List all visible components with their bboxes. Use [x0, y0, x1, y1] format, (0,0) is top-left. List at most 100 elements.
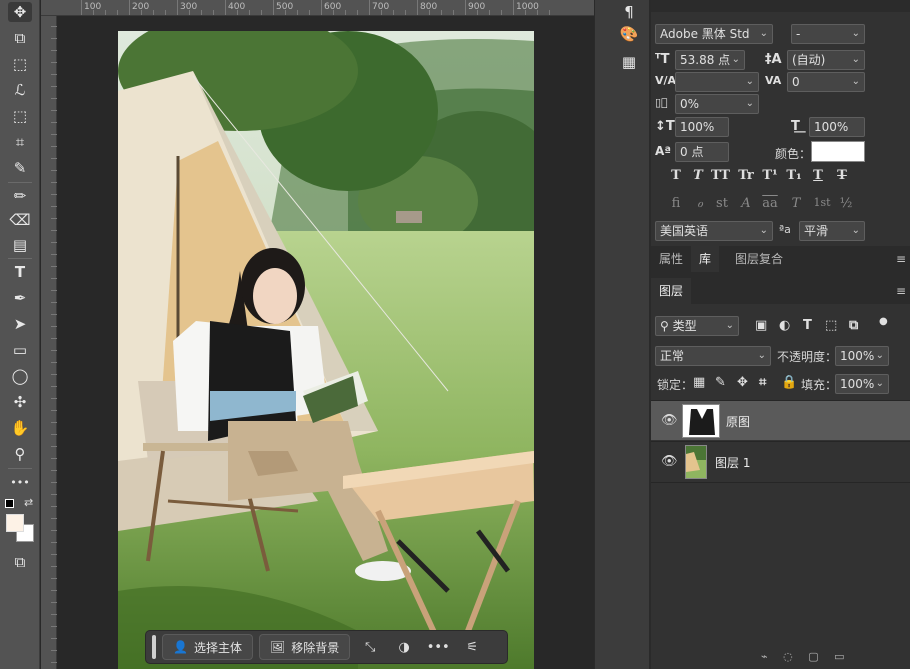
lasso-tool-icon[interactable]: ℒ: [8, 80, 32, 100]
stylistic-alternates-button[interactable]: aa: [761, 196, 779, 211]
pen-tool-icon[interactable]: ✒: [8, 288, 32, 308]
horizontal-scale-field[interactable]: 100%: [809, 117, 865, 137]
ruler-tick: [51, 386, 57, 387]
kerning-field[interactable]: ⌄: [675, 72, 759, 92]
move-tool-icon[interactable]: ✥: [8, 2, 32, 22]
strikethrough-button[interactable]: T: [833, 168, 851, 183]
tracking-field[interactable]: 0 ⌄: [787, 72, 865, 92]
swash-button[interactable]: A: [737, 196, 755, 211]
brush-tool-icon[interactable]: ✏: [8, 186, 32, 206]
ellipse-tool-icon[interactable]: ◯: [8, 366, 32, 386]
text-color-swatch[interactable]: [811, 141, 865, 162]
taskbar-drag-handle[interactable]: [152, 635, 156, 659]
table-panel-icon[interactable]: ▦: [617, 52, 641, 72]
more-options-icon[interactable]: •••: [424, 634, 452, 660]
small-caps-button[interactable]: Tr: [737, 168, 755, 183]
lock-all-icon[interactable]: 🔒: [781, 375, 797, 390]
remove-background-label: 移除背景: [291, 640, 340, 655]
layers-menu-icon[interactable]: ≡: [896, 284, 906, 298]
tab-layers[interactable]: 图层: [651, 278, 692, 304]
filter-type-icon[interactable]: T: [803, 318, 812, 333]
eraser-tool-icon[interactable]: ⌫: [8, 210, 32, 230]
vertical-scale-field[interactable]: 100%: [675, 117, 729, 137]
puzzle-tool-icon[interactable]: ✣: [8, 392, 32, 412]
layer-row[interactable]: 👁 图层 1: [651, 441, 910, 481]
eyedropper-tool-icon[interactable]: ✎: [8, 158, 32, 178]
fractions-button[interactable]: ½: [837, 196, 855, 211]
lock-artboard-icon[interactable]: ⌗: [759, 375, 766, 390]
transform-selection-icon[interactable]: ⤡: [356, 634, 384, 660]
antialias-select[interactable]: 平滑 ⌄: [799, 221, 865, 241]
ruler-minor-tick: [237, 10, 238, 15]
paragraph-panel-icon[interactable]: ¶: [617, 2, 641, 22]
document-image[interactable]: [118, 31, 534, 669]
ruler-minor-tick: [201, 10, 202, 15]
default-colors-icon[interactable]: [5, 499, 14, 508]
rectangle-tool-icon[interactable]: ▭: [8, 340, 32, 360]
font-size-field[interactable]: 53.88 点 ⌄: [675, 50, 745, 70]
swap-colors-icon[interactable]: ⇄: [24, 496, 33, 509]
leading-icon: ‡A: [765, 52, 782, 67]
marquee-tool-icon[interactable]: ⬚: [8, 54, 32, 74]
ligatures-button[interactable]: fi: [667, 196, 685, 211]
filter-smart-object-icon[interactable]: ⧉: [849, 318, 858, 333]
foreground-color-swatch[interactable]: [6, 514, 24, 532]
tab-properties[interactable]: 属性: [651, 246, 691, 272]
ordinals-button[interactable]: 1st: [809, 196, 835, 209]
ruler-major-tick: [513, 0, 514, 15]
underline-button[interactable]: T: [809, 168, 827, 183]
faux-bold-button[interactable]: T: [667, 168, 685, 183]
layer-filter-select[interactable]: ⚲ 类型 ⌄: [655, 316, 739, 336]
type-tool-icon[interactable]: T: [8, 262, 32, 282]
visibility-eye-icon[interactable]: 👁: [661, 413, 678, 428]
tab-libraries[interactable]: 库: [691, 246, 720, 272]
lock-position-icon[interactable]: ✥: [737, 375, 748, 390]
font-family-select[interactable]: Adobe 黑体 Std ⌄: [655, 24, 773, 44]
language-select[interactable]: 美国英语 ⌄: [655, 221, 773, 241]
discretionary-ligatures-button[interactable]: st: [713, 196, 731, 211]
filter-toggle-icon[interactable]: ●: [879, 316, 888, 327]
opacity-field[interactable]: 100% ⌄: [835, 346, 889, 366]
settings-sliders-icon[interactable]: ⚟: [458, 634, 486, 660]
ruler-tick: [51, 134, 57, 135]
lock-transparency-icon[interactable]: ▦: [693, 375, 705, 390]
superscript-button[interactable]: T¹: [761, 168, 779, 183]
object-select-tool-icon[interactable]: ⬚: [8, 106, 32, 126]
leading-field[interactable]: (自动) ⌄: [787, 50, 865, 70]
select-subject-button[interactable]: 👤 选择主体: [162, 634, 253, 660]
remove-background-button[interactable]: 🖼 移除背景: [258, 634, 351, 660]
path-select-tool-icon[interactable]: ➤: [8, 314, 32, 334]
ruler-major-tick: [273, 0, 274, 15]
visibility-eye-icon[interactable]: 👁: [661, 454, 678, 469]
artboard-tool-icon[interactable]: ⧉: [8, 28, 32, 48]
crop-tool-icon[interactable]: ⌗: [8, 132, 32, 152]
fill-field[interactable]: 100% ⌄: [835, 374, 889, 394]
old-style-button[interactable]: ℴ: [691, 196, 709, 211]
blend-mode-select[interactable]: 正常 ⌄: [655, 346, 771, 366]
ruler-tick: [51, 122, 57, 123]
titling-alternates-button[interactable]: T: [787, 196, 805, 211]
ruler-tick: [51, 98, 57, 99]
proportional-spacing-field[interactable]: 0% ⌄: [675, 94, 759, 114]
layer-row[interactable]: 👁 原图: [651, 400, 910, 440]
hand-tool-icon[interactable]: ✋: [8, 418, 32, 438]
right-panels: Adobe 黑体 Std ⌄ - ⌄ ᵀT 53.88 点 ⌄ ‡A (自动) ⌄ V/…: [651, 0, 910, 669]
adjustment-icon[interactable]: ◑: [390, 634, 418, 660]
lock-image-icon[interactable]: ✎: [715, 375, 726, 390]
baseline-shift-field[interactable]: 0 点: [675, 142, 729, 162]
filter-shape-icon[interactable]: ⬚: [825, 318, 837, 333]
filter-pixel-icon[interactable]: ▣: [755, 318, 767, 333]
filter-adjustment-icon[interactable]: ◐: [779, 318, 790, 333]
subscript-button[interactable]: T₁: [785, 168, 803, 183]
canvas-area[interactable]: [58, 17, 594, 669]
faux-italic-button[interactable]: T: [689, 168, 707, 183]
panel-menu-icon[interactable]: ≡: [896, 252, 906, 266]
screen-mode-icon[interactable]: ⧉: [8, 552, 32, 572]
more-tools-icon[interactable]: •••: [8, 472, 32, 492]
gradient-tool-icon[interactable]: ▤: [8, 235, 32, 255]
zoom-tool-icon[interactable]: ⚲: [8, 444, 32, 464]
font-style-select[interactable]: - ⌄: [791, 24, 865, 44]
tab-layer-comps[interactable]: 图层复合: [727, 246, 791, 272]
swatches-panel-icon[interactable]: 🎨: [617, 24, 641, 44]
all-caps-button[interactable]: TT: [711, 168, 730, 183]
